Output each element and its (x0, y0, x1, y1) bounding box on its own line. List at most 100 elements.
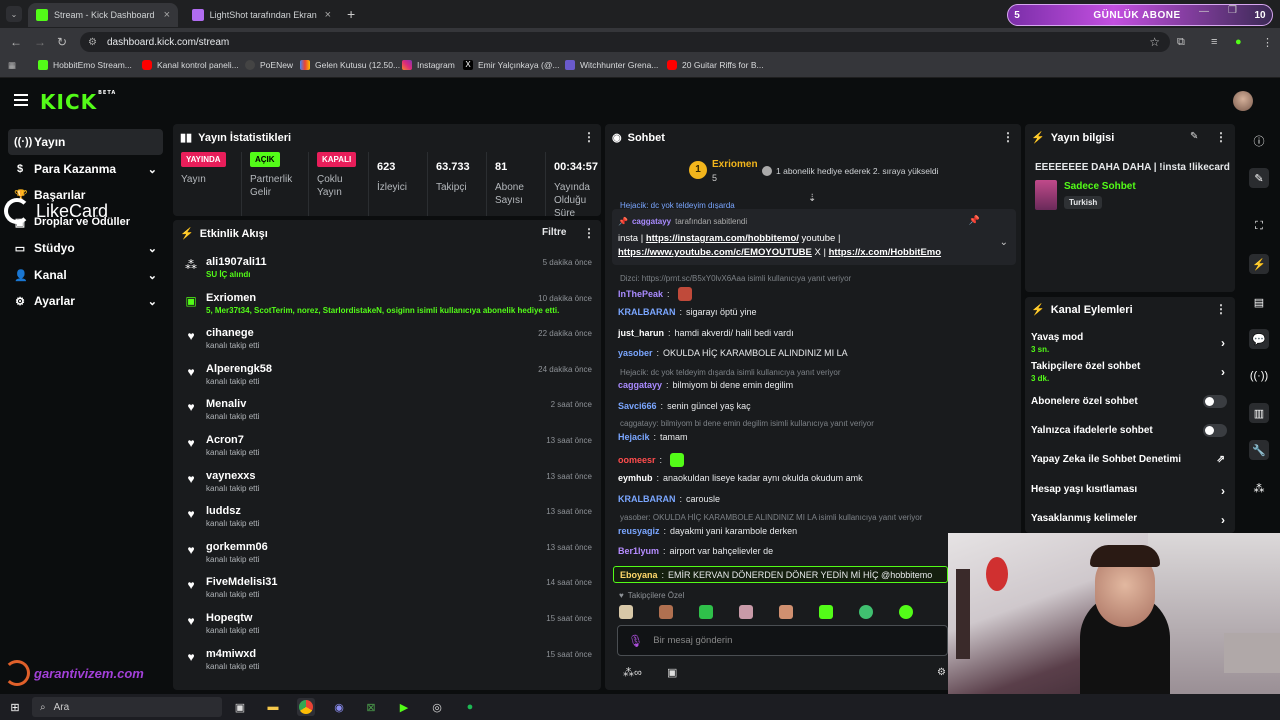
activity-item[interactable]: ♥ vaynexxs kanalı takip etti 13 saat önce (182, 468, 592, 502)
activity-username[interactable]: gorkemm06 (206, 541, 268, 553)
chat-username[interactable]: caggatayy (618, 380, 662, 390)
sidebar-item-para-kazanma[interactable]: $ Para Kazanma ⌄ (8, 156, 163, 182)
chat-input[interactable]: 🎙 Bir mesaj gönderin (617, 625, 948, 656)
action-ai-moderation[interactable]: Yapay Zeka ile Sohbet Denetimi ⇗ (1031, 454, 1227, 465)
microphone-icon[interactable]: 🎙 (628, 634, 643, 648)
emote-icon[interactable] (619, 605, 633, 619)
profile-icon[interactable]: ● (1235, 36, 1242, 48)
chat-username[interactable]: KRALBARAN (618, 307, 676, 317)
bookmark-item[interactable]: 20 Guitar Riffs for B... (667, 60, 764, 70)
tab-stream-dashboard[interactable]: Stream - Kick Dashboard × (28, 3, 178, 27)
activity-item[interactable]: ▣ Exriomen 5, Mer37t34, ScotTerim, norez, … (182, 290, 592, 324)
emote-icon[interactable] (899, 605, 913, 619)
stats-menu-icon[interactable]: ⋮ (583, 130, 595, 144)
lightning-icon[interactable]: ⚡ (1249, 254, 1269, 274)
activity-username[interactable]: m4miwxd (206, 648, 256, 660)
unpin-icon[interactable]: 📌 (969, 215, 980, 226)
close-tab-icon[interactable]: × (164, 9, 170, 21)
sub-only-toggle[interactable] (1203, 395, 1227, 408)
tab-lightshot[interactable]: LightShot tarafından Ekran Gör × (184, 3, 339, 27)
bookmark-item[interactable]: Instagram (402, 60, 455, 70)
activity-username[interactable]: Acron7 (206, 434, 244, 446)
action-emote-only-chat[interactable]: Yalnızca ifadelerle sohbet (1031, 424, 1227, 437)
xbox-icon[interactable]: ⊠ (362, 698, 380, 716)
server-icon[interactable]: ▥ (1249, 403, 1269, 423)
scroll-down-icon[interactable]: ⇣ (808, 193, 816, 204)
action-account-age[interactable]: Hesap yaşı kısıtlaması › (1031, 484, 1227, 498)
activity-item[interactable]: ♥ luddsz kanalı takip etti 13 saat önce (182, 503, 592, 537)
stream-info-menu-icon[interactable]: ⋮ (1215, 130, 1227, 144)
activity-username[interactable]: vaynexxs (206, 470, 256, 482)
close-tab-icon[interactable]: × (325, 9, 331, 21)
activity-item[interactable]: ⁂ ali1907ali11 SU İÇ alındı 5 dakika önce (182, 254, 592, 288)
chrome-taskbar-icon[interactable] (297, 698, 315, 716)
bookmark-item[interactable]: Kanal kontrol paneli... (142, 60, 239, 70)
chat-username[interactable]: KRALBARAN (618, 494, 676, 504)
activity-username[interactable]: Hopeqtw (206, 612, 252, 624)
top-gifter-name[interactable]: Exriomen (712, 159, 758, 170)
activity-item[interactable]: ♥ Alperengk58 kanalı takip etti 24 dakika ö… (182, 361, 592, 395)
expand-icon[interactable]: ⛶ (1249, 216, 1269, 236)
pencil-icon[interactable]: ✎ (1249, 168, 1269, 188)
activity-item[interactable]: ♥ Acron7 kanalı takip etti 13 saat önce (182, 432, 592, 466)
chat-username[interactable]: reusyagiz (618, 526, 660, 536)
emote-icon[interactable] (859, 605, 873, 619)
spotify-icon[interactable]: ● (461, 698, 479, 716)
wrench-icon[interactable]: 🔧 (1249, 440, 1269, 460)
sidebar-item-studyo[interactable]: ▭ Stüdyo ⌄ (8, 235, 163, 261)
action-slow-mode[interactable]: Yavaş mod 3 sn. › (1031, 332, 1227, 354)
chat-username[interactable]: Ber1lyum (618, 546, 659, 556)
filter-button[interactable]: Filtre (542, 227, 566, 238)
emote-icon[interactable] (819, 605, 833, 619)
chat-username[interactable]: just_harun (618, 328, 664, 338)
x-link[interactable]: https://x.com/HobbitEmo (829, 247, 941, 258)
pinned-by-user[interactable]: caggatayy (632, 217, 671, 226)
forward-arrow-icon[interactable]: → (34, 35, 46, 49)
obs-icon[interactable]: ◎ (428, 698, 446, 716)
action-sub-only-chat[interactable]: Abonelere özel sohbet (1031, 395, 1227, 408)
extensions-icon[interactable]: ⧉ (1177, 36, 1185, 49)
reload-icon[interactable]: ↻ (57, 35, 67, 49)
file-explorer-icon[interactable]: ▬ (264, 698, 282, 716)
store-icon[interactable]: ▣ (667, 666, 677, 679)
discord-icon[interactable]: ◉ (330, 698, 348, 716)
channel-actions-menu-icon[interactable]: ⋮ (1215, 302, 1227, 316)
taskbar-search[interactable]: ⌕ Ara (32, 697, 222, 717)
minimize-button[interactable]: — (1199, 6, 1209, 17)
category-thumbnail[interactable] (1035, 180, 1057, 210)
user-avatar[interactable] (1233, 91, 1253, 111)
points-icon[interactable]: ⁂∞ (623, 666, 642, 679)
chat-username[interactable]: oomeesr (618, 455, 656, 465)
sidebar-item-kanal[interactable]: 👤 Kanal ⌄ (8, 262, 163, 288)
activity-username[interactable]: ali1907ali11 (206, 256, 267, 268)
bookmark-item[interactable]: HobbitEmo Stream... (38, 60, 132, 70)
emote-icon[interactable] (739, 605, 753, 619)
chat-username[interactable]: yasober (618, 348, 653, 358)
emote-icon[interactable] (699, 605, 713, 619)
hamburger-menu-icon[interactable] (14, 94, 28, 106)
info-icon[interactable]: ⓘ (1249, 131, 1269, 151)
activity-item[interactable]: ♥ gorkemm06 kanalı takip etti 13 saat önce (182, 539, 592, 573)
chat-username[interactable]: Savci666 (618, 401, 657, 411)
emote-only-toggle[interactable] (1203, 424, 1227, 437)
edit-pencil-icon[interactable]: ✎ (1190, 131, 1198, 142)
bookmark-item[interactable]: Witchhunter Grena... (565, 60, 658, 70)
new-tab-button[interactable]: + (347, 6, 355, 22)
activity-item[interactable]: ♥ cihanege kanalı takip etti 22 dakika önce (182, 325, 592, 359)
document-icon[interactable]: ▤ (1249, 292, 1269, 312)
bookmark-star-icon[interactable]: ☆ (1149, 35, 1160, 49)
youtube-link[interactable]: https://www.youtube.com/c/EMOYOUTUBE (618, 247, 812, 258)
bookmark-item[interactable]: Gelen Kutusu (12.50... (300, 60, 400, 70)
action-banned-words[interactable]: Yasaklanmış kelimeler › (1031, 513, 1227, 527)
activity-username[interactable]: FiveMdelisi31 (206, 576, 278, 588)
chat-username[interactable]: Eboyana (620, 570, 658, 580)
apps-grid-icon[interactable]: ▦ (8, 60, 16, 71)
windows-start-icon[interactable]: ⊞ (6, 698, 24, 716)
media-icon[interactable]: ≡ (1211, 36, 1217, 48)
instagram-link[interactable]: https://instagram.com/hobbitemo/ (646, 233, 799, 244)
task-view-icon[interactable]: ▣ (231, 698, 249, 716)
chat-username[interactable]: InThePeak (618, 289, 663, 299)
activity-username[interactable]: Exriomen (206, 292, 256, 304)
activity-username[interactable]: cihanege (206, 327, 254, 339)
emote-icon[interactable] (779, 605, 793, 619)
